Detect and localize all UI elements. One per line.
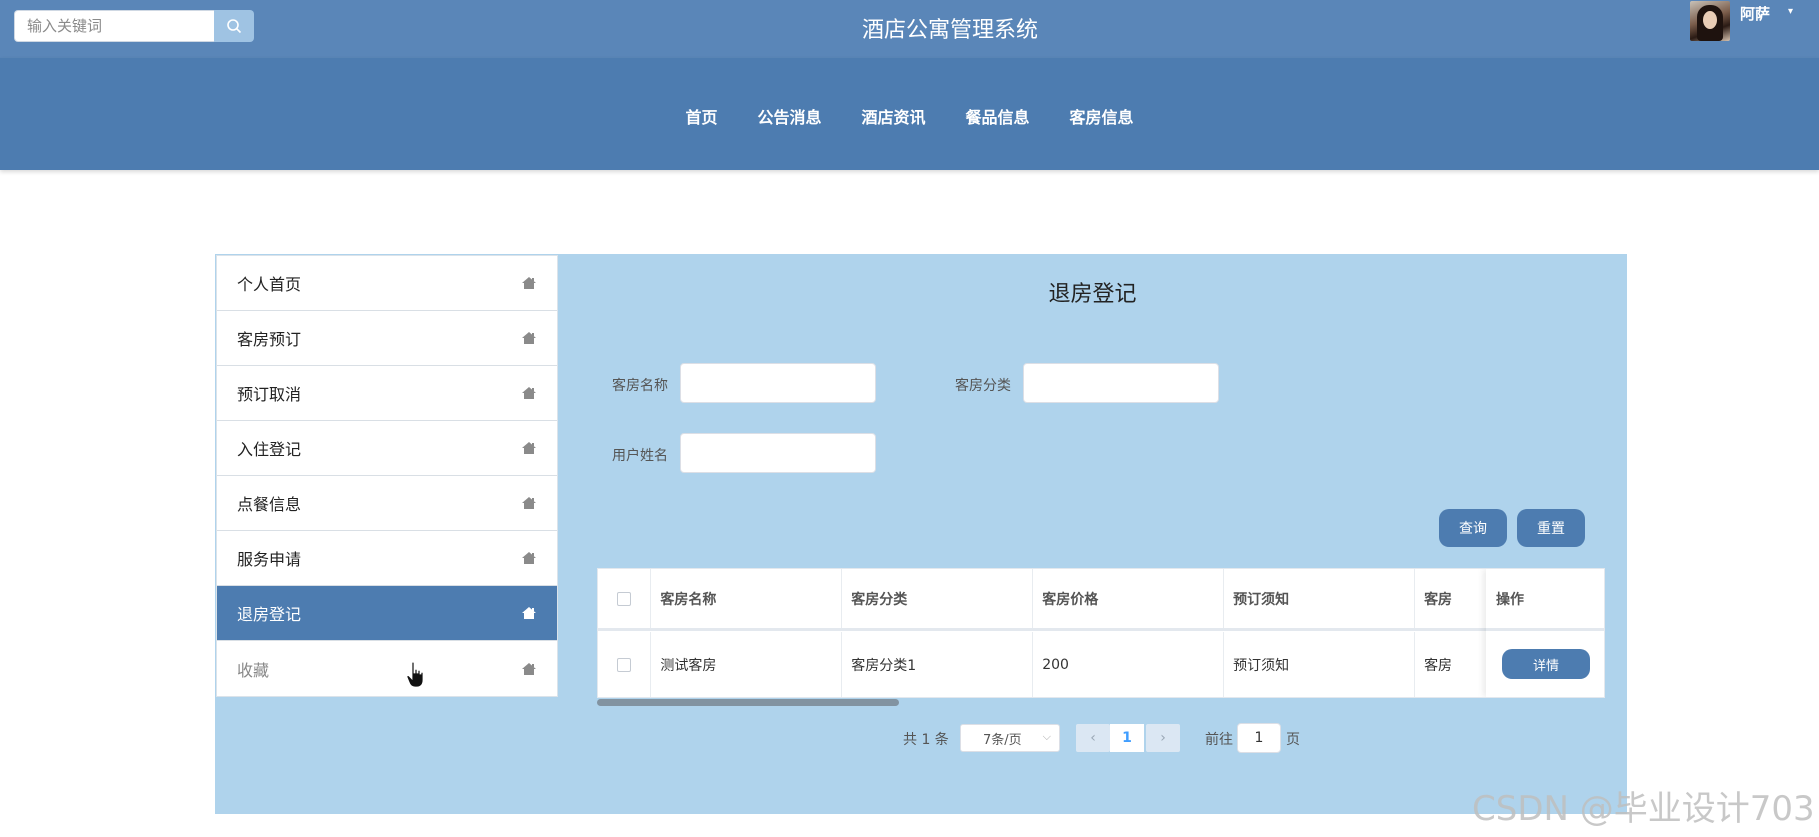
table-horizontal-scrollbar[interactable] — [597, 699, 899, 706]
user-menu-caret-icon[interactable]: ▾ — [1788, 6, 1793, 17]
search-box — [14, 10, 254, 42]
sidebar-item-label: 入住登记 — [237, 440, 302, 459]
nav-item-meals[interactable]: 餐品信息 — [946, 104, 1050, 128]
sidebar-item-meal-orders[interactable]: 点餐信息 — [217, 476, 557, 531]
chevron-right-icon: › — [1160, 730, 1166, 746]
user-name-input[interactable] — [680, 433, 876, 473]
room-category-label: 客房分类 — [955, 378, 1011, 394]
hand-cursor-icon — [406, 661, 424, 688]
search-icon — [227, 19, 242, 34]
search-button[interactable] — [214, 10, 254, 42]
row-select-cell — [598, 632, 652, 697]
column-header[interactable]: 客房名称 — [651, 569, 843, 628]
home-icon — [522, 332, 536, 344]
table-cell: 预订须知 — [1224, 632, 1416, 697]
query-button[interactable]: 查询 — [1439, 509, 1507, 547]
nav-item-announcements[interactable]: 公告消息 — [737, 104, 841, 128]
select-all-checkbox[interactable] — [617, 591, 632, 606]
sidebar-item-label: 客房预订 — [237, 330, 302, 349]
sidebar-item-service-request[interactable]: 服务申请 — [217, 531, 557, 586]
avatar[interactable] — [1690, 1, 1730, 41]
column-header[interactable]: 预订须知 — [1224, 569, 1416, 628]
nav-item-home[interactable]: 首页 — [665, 104, 737, 128]
table-cell: 测试客房 — [651, 632, 843, 697]
user-name-label: 用户姓名 — [612, 448, 668, 464]
chevron-left-icon: ‹ — [1090, 730, 1096, 746]
next-page-button[interactable]: › — [1146, 724, 1180, 752]
home-icon — [522, 387, 536, 399]
main-nav-band: 首页 公告消息 酒店资讯 餐品信息 客房信息 — [0, 58, 1819, 170]
home-icon — [522, 552, 536, 564]
reset-button[interactable]: 重置 — [1517, 509, 1585, 547]
user-name[interactable]: 阿萨 — [1740, 3, 1770, 24]
home-icon — [522, 662, 536, 675]
room-name-label: 客房名称 — [612, 378, 668, 394]
sidebar-item-favorites[interactable]: 收藏 — [217, 641, 557, 696]
table-cell: 客房分类1 — [842, 632, 1034, 697]
sidebar-item-label: 服务申请 — [237, 550, 302, 569]
site-title: 酒店公寓管理系统 — [861, 18, 1038, 43]
table-header-row: 客房名称 客房分类 客房价格 预订须知 客房 — [598, 569, 1604, 631]
select-all-cell — [598, 569, 652, 628]
home-icon — [522, 277, 536, 289]
sidebar-item-label: 退房登记 — [237, 605, 302, 624]
sidebar-item-label: 点餐信息 — [237, 495, 302, 514]
sidebar: 个人首页 客房预订 预订取消 入住登记 点餐信息 服务申请 退房登记 收藏 — [216, 255, 558, 697]
page-size-value: 7条/页 — [983, 732, 1022, 748]
sidebar-item-room-booking[interactable]: 客房预订 — [217, 311, 557, 366]
detail-button[interactable]: 详情 — [1502, 649, 1590, 679]
sidebar-item-label: 预订取消 — [237, 385, 302, 404]
page-number-current[interactable]: 1 — [1110, 724, 1144, 752]
operations-column: 操作 详情 — [1486, 569, 1604, 697]
operations-header: 操作 — [1486, 569, 1604, 631]
sidebar-item-check-out[interactable]: 退房登记 — [217, 586, 557, 641]
home-icon — [522, 442, 536, 454]
sidebar-item-label: 收藏 — [237, 660, 270, 680]
room-name-input[interactable] — [680, 363, 876, 403]
nav-item-rooms[interactable]: 客房信息 — [1050, 104, 1154, 128]
sidebar-item-booking-cancel[interactable]: 预订取消 — [217, 366, 557, 421]
nav-item-hotel-news[interactable]: 酒店资讯 — [841, 104, 945, 128]
goto-page-input[interactable]: 1 — [1237, 723, 1281, 753]
goto-label: 前往 — [1205, 732, 1233, 748]
top-bar: 酒店公寓管理系统 阿萨 ▾ — [0, 0, 1819, 58]
sidebar-item-label: 个人首页 — [237, 275, 302, 294]
search-input[interactable] — [14, 10, 214, 42]
page-title: 退房登记 — [1048, 282, 1137, 307]
row-checkbox[interactable] — [617, 658, 632, 672]
page-size-select[interactable]: 7条/页 ⌵ — [960, 724, 1060, 752]
goto-page-unit: 页 — [1286, 732, 1300, 748]
data-table: 客房名称 客房分类 客房价格 预订须知 客房 测试客房 客房分类1 200 预订… — [597, 568, 1605, 698]
operations-cell: 详情 — [1486, 631, 1604, 697]
prev-page-button[interactable]: ‹ — [1076, 724, 1110, 752]
column-header[interactable]: 客房价格 — [1033, 569, 1225, 628]
chevron-down-icon: ⌵ — [1042, 730, 1051, 743]
home-icon — [522, 607, 536, 619]
column-header[interactable]: 客房分类 — [842, 569, 1034, 628]
watermark: CSDN @毕业设计703 — [1472, 789, 1815, 829]
main-nav: 首页 公告消息 酒店资讯 餐品信息 客房信息 — [0, 104, 1819, 128]
table-row: 测试客房 客房分类1 200 预订须知 客房 — [598, 632, 1604, 697]
sidebar-item-check-in[interactable]: 入住登记 — [217, 421, 557, 476]
pagination-total: 共 1 条 — [903, 732, 949, 748]
room-category-input[interactable] — [1023, 363, 1219, 403]
table-cell: 200 — [1033, 632, 1225, 697]
sidebar-item-personal-home[interactable]: 个人首页 — [217, 256, 557, 311]
home-icon — [522, 497, 536, 509]
